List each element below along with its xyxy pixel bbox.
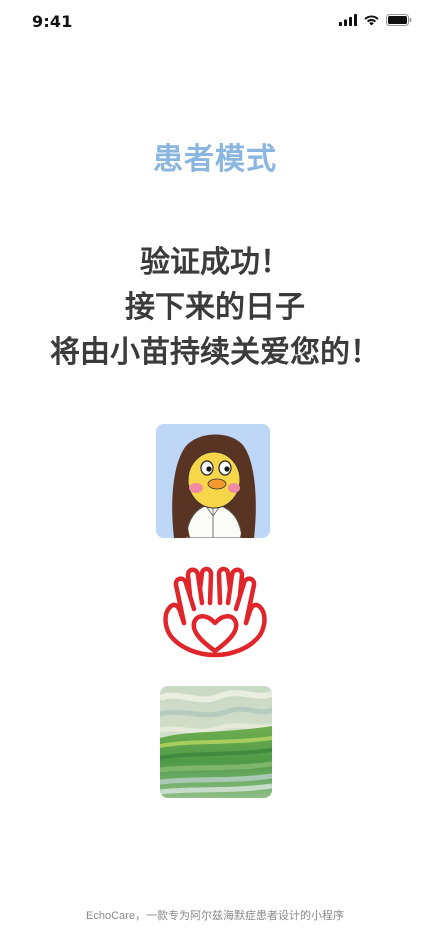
avatar: [156, 424, 270, 538]
landscape-painting: [160, 686, 272, 798]
message-line-3: 将由小苗持续关爱您的！: [50, 335, 380, 370]
footer-text: EchoCare，一款专为阿尔兹海默症患者设计的小程序: [86, 910, 344, 922]
status-bar: 9:41: [0, 0, 430, 44]
cellular-signal-icon: [339, 14, 357, 26]
message-line-2: 接下来的日子: [125, 290, 305, 325]
battery-icon: [386, 14, 412, 26]
wifi-icon: [363, 14, 380, 26]
verification-message: 验证成功！ 接下来的日子 将由小苗持续关爱您的！: [0, 240, 430, 375]
status-icons: [339, 14, 412, 26]
message-line-1: 验证成功！: [140, 245, 290, 280]
heart-hands-logo: [160, 563, 270, 663]
status-time: 9:41: [32, 12, 73, 31]
page-title: 患者模式: [153, 142, 277, 177]
